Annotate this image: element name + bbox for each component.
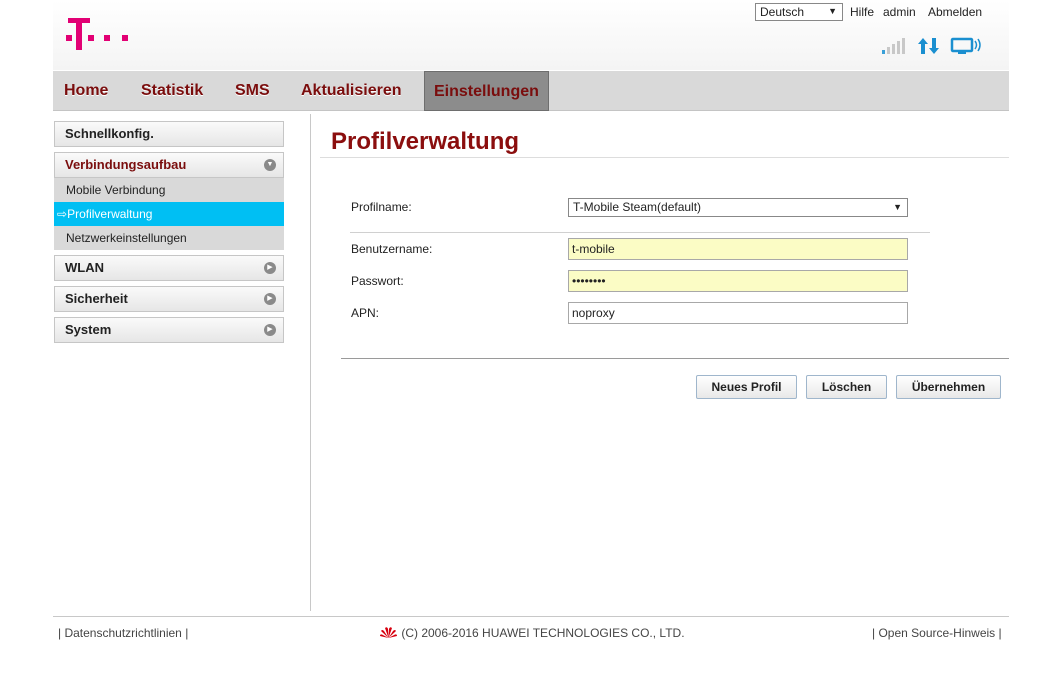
sidebar-quick-setup-label: Schnellkonfig. bbox=[65, 126, 154, 141]
password-input[interactable] bbox=[568, 270, 908, 292]
sidebar-system-label: System bbox=[65, 322, 112, 337]
chevron-right-icon: ▶ bbox=[264, 293, 276, 305]
sidebar-quick-setup[interactable]: Schnellkonfig. bbox=[54, 121, 284, 147]
huawei-logo-icon bbox=[380, 627, 397, 638]
profile-name-select[interactable]: T-Mobile Steam(default) ▼ bbox=[568, 198, 908, 217]
help-link[interactable]: Hilfe bbox=[850, 5, 874, 19]
chevron-right-icon: ▶ bbox=[264, 324, 276, 336]
form-divider bbox=[350, 232, 930, 233]
nav-home[interactable]: Home bbox=[64, 71, 108, 111]
sidebar-wlan[interactable]: WLAN ▶ bbox=[54, 255, 284, 281]
password-label: Passwort: bbox=[351, 274, 404, 288]
nav-aktualisieren[interactable]: Aktualisieren bbox=[301, 71, 401, 111]
footer-divider bbox=[53, 616, 1009, 617]
nav-einstellungen[interactable]: Einstellungen bbox=[424, 71, 549, 111]
footer-privacy-label: Datenschutzrichtlinien bbox=[64, 626, 182, 640]
footer-copyright: (C) 2006-2016 HUAWEI TECHNOLOGIES CO., L… bbox=[379, 626, 685, 640]
chevron-right-icon: ▶ bbox=[264, 262, 276, 274]
footer-open-source-link[interactable]: | Open Source-Hinweis | bbox=[872, 626, 1002, 640]
nav-sms[interactable]: SMS bbox=[235, 71, 270, 111]
main-navigation: Home Statistik SMS Aktualisieren Einstel… bbox=[53, 71, 1009, 111]
title-divider bbox=[320, 157, 1009, 158]
footer-copyright-text: (C) 2006-2016 HUAWEI TECHNOLOGIES CO., L… bbox=[401, 626, 685, 640]
chevron-down-icon: ▼ bbox=[264, 159, 276, 171]
language-value: Deutsch bbox=[760, 5, 805, 19]
dropdown-arrow-icon: ▼ bbox=[893, 202, 902, 212]
logout-link[interactable]: Abmelden bbox=[928, 5, 982, 19]
content-divider bbox=[310, 114, 311, 611]
content-panel bbox=[311, 114, 1009, 611]
signal-strength-icon bbox=[882, 38, 905, 54]
form-bottom-divider bbox=[341, 358, 1009, 359]
user-link[interactable]: admin bbox=[883, 5, 916, 19]
new-profile-button[interactable]: Neues Profil bbox=[696, 375, 797, 399]
footer-open-source-label: Open Source-Hinweis bbox=[878, 626, 996, 640]
page-title: Profilverwaltung bbox=[331, 128, 520, 155]
sidebar-item-mobile-connection[interactable]: Mobile Verbindung bbox=[54, 178, 284, 202]
profile-name-label: Profilname: bbox=[351, 200, 412, 214]
apn-input[interactable] bbox=[568, 302, 908, 324]
sidebar-item-label: Netzwerkeinstellungen bbox=[66, 231, 187, 245]
sidebar-item-network-settings[interactable]: Netzwerkeinstellungen bbox=[54, 226, 284, 250]
sidebar-item-label: Profilverwaltung bbox=[67, 207, 153, 221]
language-select[interactable]: Deutsch ▼ bbox=[755, 3, 843, 21]
sidebar-wlan-label: WLAN bbox=[65, 260, 104, 275]
telekom-logo bbox=[66, 14, 136, 54]
status-icons bbox=[880, 35, 990, 57]
apn-label: APN: bbox=[351, 306, 380, 320]
nav-statistik[interactable]: Statistik bbox=[141, 71, 203, 111]
arrow-right-icon: ⇨ bbox=[57, 207, 68, 221]
data-transfer-icon bbox=[918, 38, 939, 54]
sidebar-item-profile-management[interactable]: ⇨Profilverwaltung bbox=[54, 202, 284, 226]
footer-privacy-link[interactable]: | Datenschutzrichtlinien | bbox=[58, 626, 188, 640]
connected-device-icon bbox=[950, 37, 981, 54]
sidebar-system[interactable]: System ▶ bbox=[54, 317, 284, 343]
sidebar-security[interactable]: Sicherheit ▶ bbox=[54, 286, 284, 312]
profile-name-value: T-Mobile Steam(default) bbox=[573, 200, 702, 214]
username-label: Benutzername: bbox=[351, 242, 433, 256]
sidebar-connection-label: Verbindungsaufbau bbox=[65, 157, 187, 172]
sidebar-connection[interactable]: Verbindungsaufbau ▼ bbox=[54, 152, 284, 178]
dropdown-arrow-icon: ▼ bbox=[828, 6, 837, 16]
delete-button[interactable]: Löschen bbox=[806, 375, 887, 399]
sidebar-item-label: Mobile Verbindung bbox=[66, 183, 166, 197]
sidebar-security-label: Sicherheit bbox=[65, 291, 128, 306]
apply-button[interactable]: Übernehmen bbox=[896, 375, 1001, 399]
username-input[interactable] bbox=[568, 238, 908, 260]
